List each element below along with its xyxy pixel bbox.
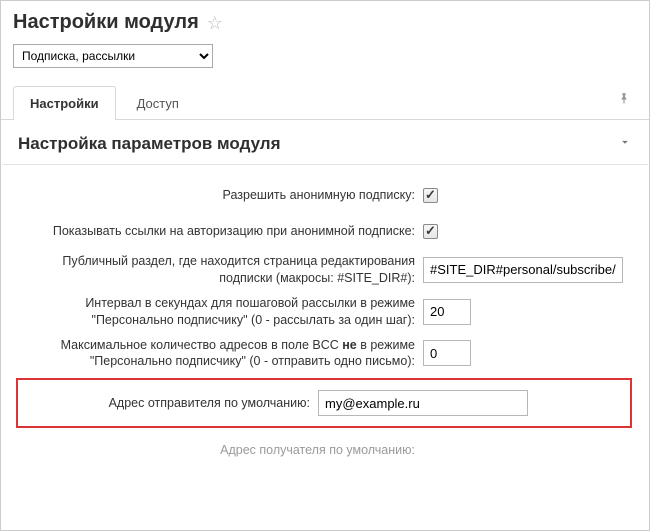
label-bcc-max: Максимальное количество адресов в поле B…	[18, 337, 423, 371]
collapse-icon[interactable]	[618, 135, 632, 154]
label-recipient: Адрес получателя по умолчанию:	[18, 442, 423, 459]
page-title: Настройки модуля	[13, 11, 199, 34]
label-interval: Интервал в секундах для пошаговой рассыл…	[18, 295, 423, 329]
input-public-section[interactable]	[423, 257, 623, 283]
label-sender: Адрес отправителя по умолчанию:	[18, 395, 318, 412]
tab-access[interactable]: Доступ	[120, 86, 196, 120]
pin-icon[interactable]	[617, 92, 631, 110]
checkbox-allow-anon[interactable]	[423, 188, 438, 203]
label-show-auth-links: Показывать ссылки на авторизацию при ано…	[18, 223, 423, 240]
favorite-star-icon[interactable]: ☆	[207, 14, 223, 32]
sender-row-highlight: Адрес отправителя по умолчанию:	[16, 378, 632, 428]
checkbox-show-auth-links[interactable]	[423, 224, 438, 239]
label-public-section: Публичный раздел, где находится страница…	[18, 253, 423, 287]
input-interval[interactable]	[423, 299, 471, 325]
label-allow-anon: Разрешить анонимную подписку:	[18, 187, 423, 204]
tab-settings[interactable]: Настройки	[13, 86, 116, 120]
section-title: Настройка параметров модуля	[18, 134, 281, 154]
input-sender[interactable]	[318, 390, 528, 416]
input-bcc-max[interactable]	[423, 340, 471, 366]
module-select[interactable]: Подписка, рассылки	[13, 44, 213, 68]
